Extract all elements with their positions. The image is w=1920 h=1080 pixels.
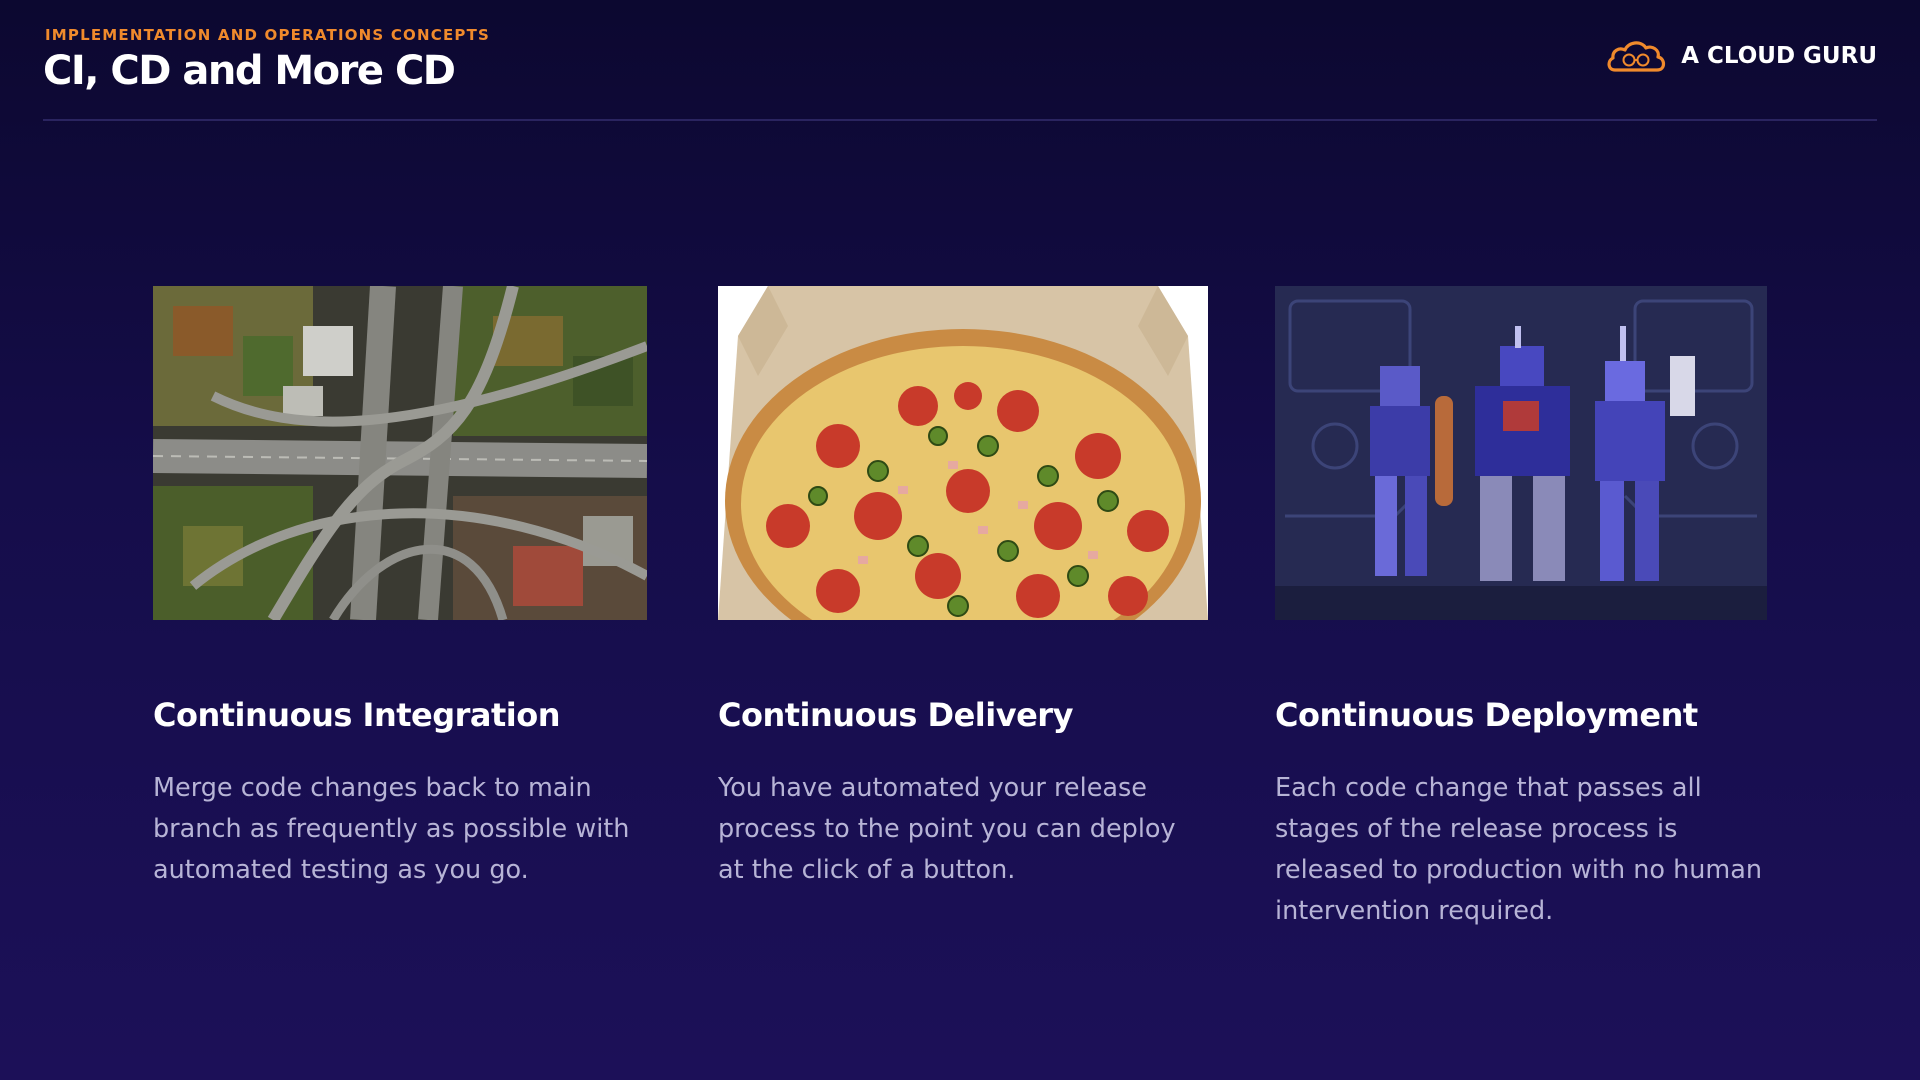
brand: A CLOUD GURU bbox=[1605, 36, 1877, 76]
card-description: Merge code changes back to main branch a… bbox=[153, 773, 630, 885]
card-description: Each code change that passes all stages … bbox=[1275, 773, 1763, 926]
card-continuous-deployment: Continuous Deployment Each code change t… bbox=[1275, 286, 1767, 926]
header-divider bbox=[43, 119, 1877, 121]
card-heading: Continuous Integration bbox=[153, 696, 561, 734]
brand-name: A CLOUD GURU bbox=[1681, 43, 1877, 69]
slide-title: CI, CD and More CD bbox=[43, 48, 456, 94]
card-continuous-integration: Continuous Integration Merge code change… bbox=[153, 286, 647, 885]
cloud-logo-icon bbox=[1607, 41, 1666, 72]
card-continuous-delivery: Continuous Delivery You have automated y… bbox=[718, 286, 1208, 885]
card-heading: Continuous Delivery bbox=[718, 696, 1073, 734]
robot-figures-image bbox=[1275, 286, 1767, 620]
slide-header: IMPLEMENTATION AND OPERATIONS CONCEPTS C… bbox=[0, 0, 1920, 121]
highway-interchange-image bbox=[153, 286, 647, 620]
pizza-image bbox=[718, 286, 1208, 620]
section-eyebrow: IMPLEMENTATION AND OPERATIONS CONCEPTS bbox=[45, 26, 491, 44]
card-description: You have automated your release process … bbox=[718, 773, 1176, 885]
card-heading: Continuous Deployment bbox=[1275, 696, 1698, 734]
